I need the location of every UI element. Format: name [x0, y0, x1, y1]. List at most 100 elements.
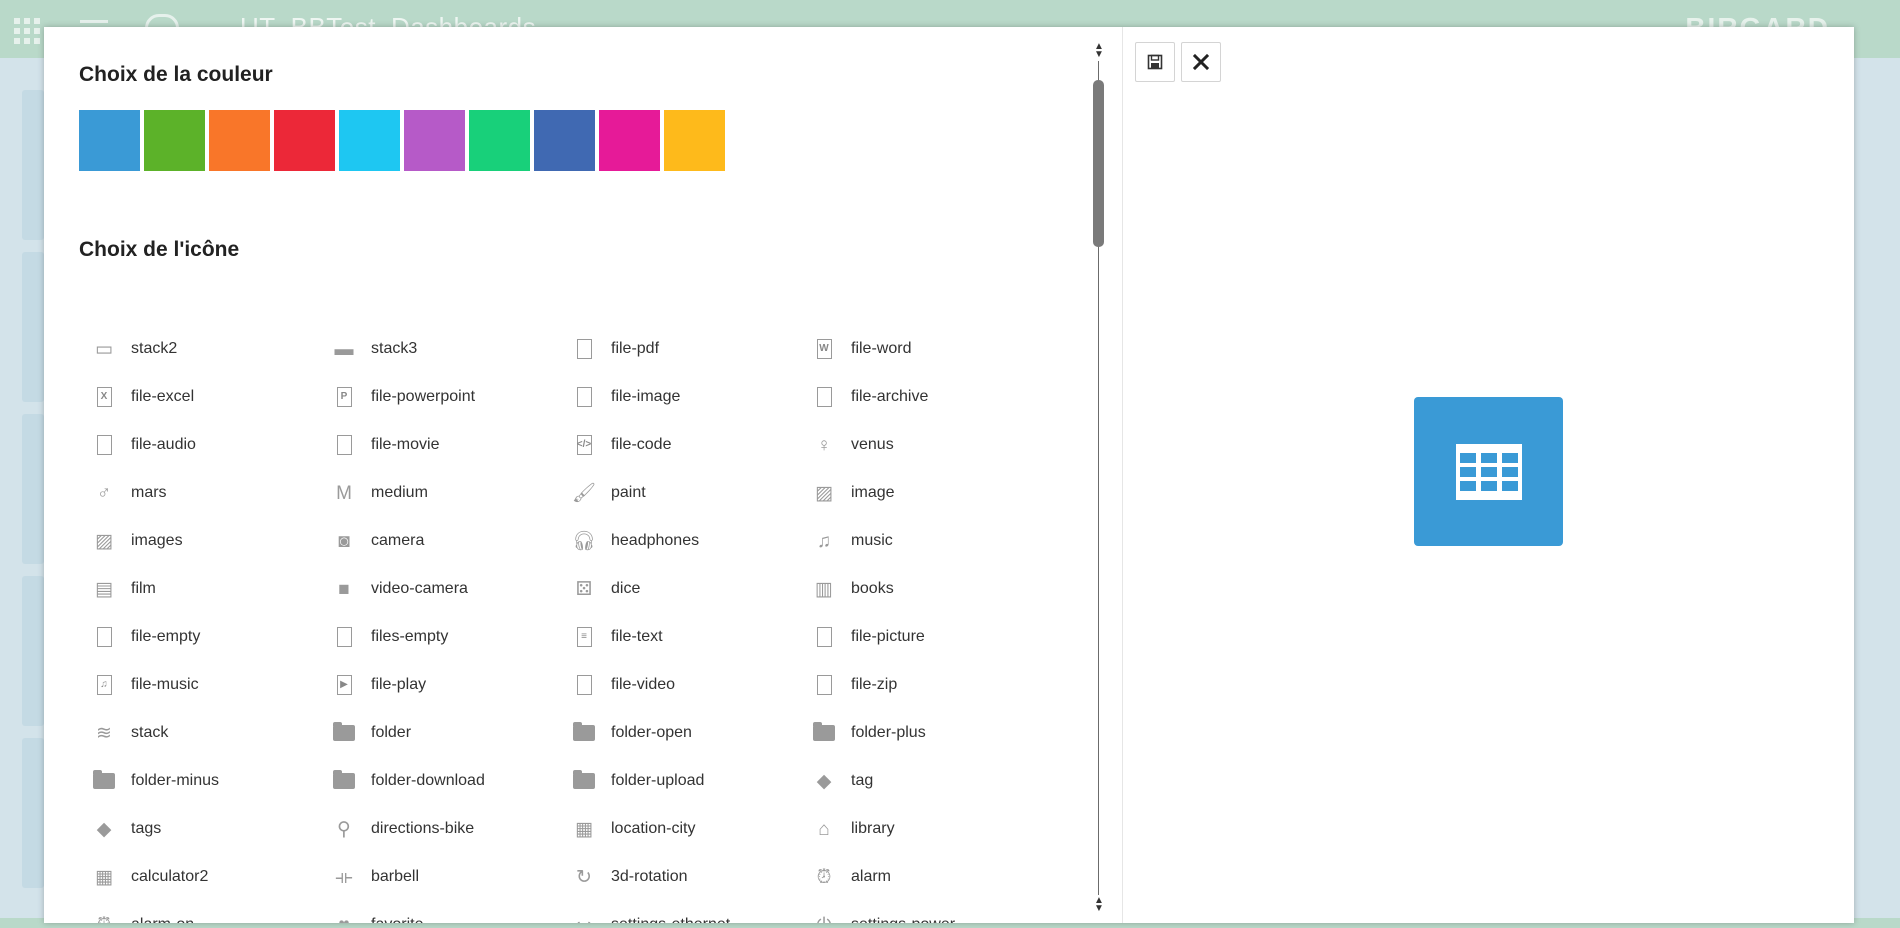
icon-option[interactable]: ⏰︎ alarm-on [79, 901, 319, 924]
icon-option-label: venus [851, 436, 894, 453]
color-swatch[interactable] [79, 110, 140, 171]
color-swatch[interactable] [209, 110, 270, 171]
options-scrollbar[interactable]: ▲ ▼ ▲ ▼ [1092, 42, 1106, 914]
icon-option[interactable]: ◆ tags [79, 805, 319, 853]
background-right-strip [1856, 58, 1900, 918]
icon-option-label: file-excel [131, 388, 195, 405]
icon-option[interactable]: ▦ calculator2 [79, 853, 319, 901]
icon-option[interactable]: files-empty [319, 613, 559, 661]
icon-option[interactable]: ⏰︎ alarm [799, 853, 1039, 901]
icon-option[interactable]: ▨ image [799, 469, 1039, 517]
icon-option[interactable]: folder [319, 709, 559, 757]
icon-option-label: file-image [611, 388, 681, 405]
icon-option[interactable]: ▨ images [79, 517, 319, 565]
icon-option[interactable]: folder-minus [79, 757, 319, 805]
favorite-icon: ♥ [329, 913, 359, 924]
icon-option-label: file-video [611, 676, 676, 693]
image-icon: ▨ [815, 482, 833, 504]
icon-option[interactable]: file-picture [799, 613, 1039, 661]
icon-option[interactable]: ▶ file-play [319, 661, 559, 709]
icon-option[interactable]: folder-plus [799, 709, 1039, 757]
color-swatch[interactable] [404, 110, 465, 171]
color-swatch[interactable] [274, 110, 335, 171]
icon-option[interactable]: file-archive [799, 373, 1039, 421]
save-button[interactable] [1135, 42, 1175, 82]
file-archive-icon [809, 385, 839, 409]
icon-option[interactable]: file-image [559, 373, 799, 421]
icon-option-label: file-text [611, 628, 663, 645]
file-text-icon: ≡ [569, 625, 599, 649]
icon-option-label: location-city [611, 820, 696, 837]
icon-option[interactable]: Xfile-excel [79, 373, 319, 421]
color-swatch[interactable] [534, 110, 595, 171]
icon-option[interactable]: ◙ camera [319, 517, 559, 565]
icon-option[interactable]: file-zip [799, 661, 1039, 709]
icon-option[interactable]: ▤ film [79, 565, 319, 613]
widget-style-dialog: Choix de la couleur Choix de l'icône ▭ st… [44, 27, 1854, 923]
color-swatch[interactable] [664, 110, 725, 171]
icon-option[interactable]: ◆ tag [799, 757, 1039, 805]
icon-option[interactable]: ‹·› settings-ethernet [559, 901, 799, 924]
icon-option[interactable]: file-empty [79, 613, 319, 661]
icon-option[interactable]: 🎧︎ headphones [559, 517, 799, 565]
icon-option[interactable]: file-pdf [559, 325, 799, 373]
icon-option[interactable]: ⚄ dice [559, 565, 799, 613]
mars-icon: ♂ [96, 482, 112, 504]
color-swatch[interactable] [469, 110, 530, 171]
icon-option-label: image [851, 484, 895, 501]
icon-option[interactable]: folder-open [559, 709, 799, 757]
icon-option[interactable]: Wfile-word [799, 325, 1039, 373]
file-play-icon: ▶ [329, 673, 359, 697]
icon-option[interactable]: ▭ stack2 [79, 325, 319, 373]
icon-option-label: folder-minus [131, 772, 220, 789]
icon-option[interactable]: 🖌︎ paint [559, 469, 799, 517]
preview-pane [1123, 27, 1854, 923]
icon-option[interactable]: ⟛ barbell [319, 853, 559, 901]
icon-option-label: directions-bike [371, 820, 475, 837]
icon-option-label: file-play [371, 676, 427, 693]
icon-option[interactable]: ▦ location-city [559, 805, 799, 853]
color-swatch[interactable] [339, 110, 400, 171]
background-card [22, 90, 44, 240]
icon-option[interactable]: ≡ file-text [559, 613, 799, 661]
icon-option[interactable]: file-movie [319, 421, 559, 469]
icon-option[interactable]: ⚲ directions-bike [319, 805, 559, 853]
icon-option[interactable]: ♂ mars [79, 469, 319, 517]
icon-option[interactable]: ≋ stack [79, 709, 319, 757]
icon-option-label: books [851, 580, 894, 597]
icon-option[interactable]: ↻ 3d-rotation [559, 853, 799, 901]
icon-option[interactable]: ♫ file-music [79, 661, 319, 709]
scroll-up-icon[interactable]: ▲ ▼ [1092, 42, 1106, 60]
scroll-down-icon[interactable]: ▲ ▼ [1092, 896, 1106, 914]
file-code-icon: </> [569, 433, 599, 457]
icon-option[interactable]: Pfile-powerpoint [319, 373, 559, 421]
icon-option[interactable]: ■ video-camera [319, 565, 559, 613]
icon-option[interactable]: ⌂ library [799, 805, 1039, 853]
icon-option-label: film [131, 580, 156, 597]
icon-option[interactable]: ♀ venus [799, 421, 1039, 469]
icon-option[interactable]: ⏻ settings-power [799, 901, 1039, 924]
icon-option[interactable]: file-audio [79, 421, 319, 469]
files-empty-icon [329, 625, 359, 649]
location-city-icon: ▦ [575, 818, 593, 840]
color-swatch[interactable] [144, 110, 205, 171]
icon-option-label: file-music [131, 676, 199, 693]
icon-option[interactable]: folder-upload [559, 757, 799, 805]
color-swatch[interactable] [599, 110, 660, 171]
icon-option[interactable]: ♥ favorite [319, 901, 559, 924]
icon-option[interactable]: Mmedium [319, 469, 559, 517]
icon-option[interactable]: </> file-code [559, 421, 799, 469]
icon-option[interactable]: file-video [559, 661, 799, 709]
close-button[interactable] [1181, 42, 1221, 82]
icon-option[interactable]: ▥ books [799, 565, 1039, 613]
icon-option-label: headphones [611, 532, 700, 549]
tags-icon: ◆ [96, 818, 112, 840]
icon-option-label: file-audio [131, 436, 196, 453]
barbell-icon: ⟛ [335, 866, 353, 888]
music-icon: ♫ [816, 530, 832, 552]
file-pdf-icon [569, 337, 599, 361]
icon-option[interactable]: ▬ stack3 [319, 325, 559, 373]
icon-option[interactable]: folder-download [319, 757, 559, 805]
icon-option[interactable]: ♫ music [799, 517, 1039, 565]
scroll-thumb[interactable] [1093, 80, 1104, 247]
